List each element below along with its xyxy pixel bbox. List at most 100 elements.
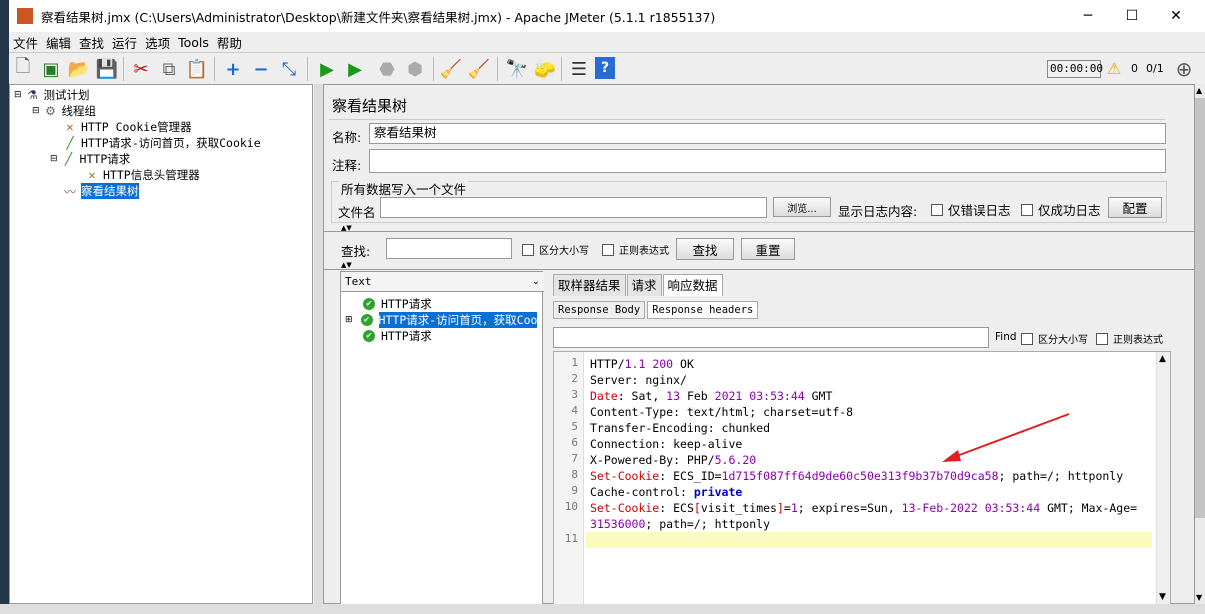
tab-request[interactable]: 请求 (626, 274, 662, 296)
reset-button[interactable]: 重置 (741, 238, 795, 260)
jmeter-window: 察看结果树.jmx (C:\Users\Administrator\Deskto… (9, 0, 1205, 614)
checkbox-box[interactable] (522, 243, 534, 256)
menu-bar: 文件 编辑 查找 运行 选项 Tools 帮助 (9, 32, 1205, 52)
pipette-icon: ╱ (66, 136, 74, 150)
tab-response-body[interactable]: Response Body (553, 301, 646, 319)
line-number: 2 (571, 372, 578, 385)
file-group: 所有数据写入一个文件 文件名 浏览... 显示日志内容: 仅错误日志 仅成功日志… (331, 179, 1167, 223)
success-icon: ✔ (360, 314, 373, 326)
menu-file[interactable]: 文件 (13, 33, 38, 52)
collapse-toggle-icon[interactable]: ⊟ (50, 154, 58, 164)
cut-icon[interactable]: ✂ (129, 57, 153, 81)
scroll-thumb[interactable] (1195, 98, 1205, 518)
menu-help[interactable]: 帮助 (217, 33, 242, 52)
tab-response-headers[interactable]: Response headers (647, 301, 759, 319)
success-only-label: 仅成功日志 (1038, 203, 1101, 218)
start-icon[interactable]: ▶ (315, 57, 339, 81)
menu-tools[interactable]: Tools (178, 35, 209, 50)
regex-checkbox[interactable]: 正则表达式 (602, 242, 669, 257)
tree-item-test-plan[interactable]: ⊟ ⚗ 测试计划 (14, 87, 90, 103)
warning-icon[interactable]: ⚠ (1107, 59, 1121, 78)
clear-icon[interactable]: 🧹 (439, 57, 463, 81)
success-only-checkbox[interactable]: 仅成功日志 (1021, 200, 1101, 219)
stop-icon[interactable]: ⬣ (375, 57, 399, 81)
collapse-toggle-icon[interactable]: ⊟ (32, 106, 40, 116)
collapse-arrows-icon[interactable]: ▲▼ (341, 261, 352, 269)
new-icon[interactable]: 🗋 (11, 56, 35, 81)
tree-item-header-manager[interactable]: ✕ HTTP信息头管理器 (84, 167, 199, 183)
expand-icon[interactable]: + (221, 57, 245, 81)
scroll-up-icon[interactable]: ▲ (1196, 86, 1202, 95)
editor-scrollbar[interactable]: ▲ ▼ (1156, 352, 1170, 604)
scroll-down-icon[interactable]: ▼ (1159, 592, 1166, 602)
panel-scrollbar[interactable]: ▲ ▼ (1195, 84, 1205, 604)
checkbox-box[interactable] (931, 203, 943, 216)
checkbox-box[interactable] (1096, 332, 1108, 345)
remote-icon[interactable]: ⊕ (1172, 57, 1196, 81)
tab-response-data[interactable]: 响应数据 (662, 274, 723, 296)
find-case-checkbox[interactable]: 区分大小写 (1021, 331, 1088, 346)
tree-item-http-request-home[interactable]: ╱ HTTP请求-访问首页，获取Cookie (62, 135, 260, 151)
menu-search[interactable]: 查找 (79, 33, 104, 52)
configure-button[interactable]: 配置 (1108, 197, 1162, 218)
help-icon[interactable]: ? (595, 57, 615, 79)
start-no-pause-icon[interactable]: ▶ (343, 57, 367, 81)
menu-edit[interactable]: 编辑 (46, 33, 71, 52)
shutdown-icon[interactable]: ⬢ (403, 57, 427, 81)
toggle-icon[interactable]: ⤡ (277, 57, 301, 81)
scroll-down-icon[interactable]: ▼ (1196, 593, 1202, 602)
function-helper-icon[interactable]: ☰ (567, 57, 591, 81)
scroll-up-icon[interactable]: ▲ (1159, 354, 1166, 364)
close-button[interactable]: ✕ (1153, 0, 1199, 32)
browse-button[interactable]: 浏览... (773, 197, 831, 217)
search-field[interactable] (386, 238, 512, 259)
toolbar-separator (561, 57, 562, 81)
open-icon[interactable]: 📂 (67, 57, 91, 81)
line-number: 4 (571, 404, 578, 417)
maximize-button[interactable]: ☐ (1109, 0, 1155, 32)
result-item[interactable]: ✔ HTTP请求 (363, 328, 432, 344)
clear-all-icon[interactable]: 🧹 (467, 57, 491, 81)
checkbox-box[interactable] (602, 243, 614, 256)
case-sensitive-checkbox[interactable]: 区分大小写 (522, 242, 589, 257)
find-regex-checkbox[interactable]: 正则表达式 (1096, 331, 1163, 346)
tree-item-http-request[interactable]: ⊟ ╱ HTTP请求 (50, 151, 130, 167)
save-icon[interactable]: 💾 (95, 57, 119, 81)
line-number: 11 (564, 532, 578, 545)
name-field[interactable]: 察看结果树 (369, 123, 1166, 144)
comment-field[interactable] (369, 149, 1166, 173)
annotation-arrow (942, 413, 1070, 462)
menu-options[interactable]: 选项 (145, 33, 170, 52)
reset-search-icon[interactable]: 🧽 (533, 57, 557, 81)
renderer-select[interactable]: Text ⌄ (341, 272, 544, 292)
tree-item-view-results-tree[interactable]: 〰 察看结果树 (62, 183, 139, 199)
find-input[interactable] (553, 327, 989, 348)
templates-icon[interactable]: ▣ (39, 57, 63, 81)
response-subtabs: Response Body Response headers (553, 301, 760, 319)
tree-item-label: 测试计划 (43, 88, 90, 102)
minimize-button[interactable]: ─ (1065, 0, 1111, 32)
binoculars-icon[interactable]: 🔭 (505, 57, 529, 81)
menu-run[interactable]: 运行 (112, 33, 137, 52)
errors-only-checkbox[interactable]: 仅错误日志 (931, 200, 1011, 219)
result-item[interactable]: ⊞ ✔ HTTP请求-访问首页，获取Coo (345, 312, 538, 328)
expand-toggle-icon[interactable]: ⊞ (345, 315, 353, 325)
result-item[interactable]: ✔ HTTP请求 (363, 296, 432, 312)
success-icon: ✔ (363, 298, 375, 310)
tree-item-cookie-manager[interactable]: ✕ HTTP Cookie管理器 (62, 119, 191, 135)
split-divider[interactable] (314, 84, 323, 604)
copy-icon[interactable]: ⧉ (157, 57, 181, 81)
response-headers-editor[interactable]: 1 2 3 4 5 6 7 8 9 10 11 HTTP/1.1 200 OK … (553, 351, 1171, 605)
filename-field[interactable] (380, 197, 767, 218)
search-button[interactable]: 查找 (676, 238, 734, 260)
find-regex-label: 正则表达式 (1113, 335, 1163, 346)
checkbox-box[interactable] (1021, 332, 1033, 345)
collapse-icon[interactable]: − (249, 57, 273, 81)
paste-icon[interactable]: 📋 (185, 57, 209, 81)
tab-sampler-result[interactable]: 取样器结果 (553, 274, 626, 296)
collapse-toggle-icon[interactable]: ⊟ (14, 90, 22, 100)
checkbox-box[interactable] (1021, 203, 1033, 216)
line-number: 1 (571, 356, 578, 369)
tree-item-thread-group[interactable]: ⊟ ⚙ 线程组 (32, 103, 96, 119)
chevron-down-icon[interactable]: ⌄ (532, 272, 540, 291)
